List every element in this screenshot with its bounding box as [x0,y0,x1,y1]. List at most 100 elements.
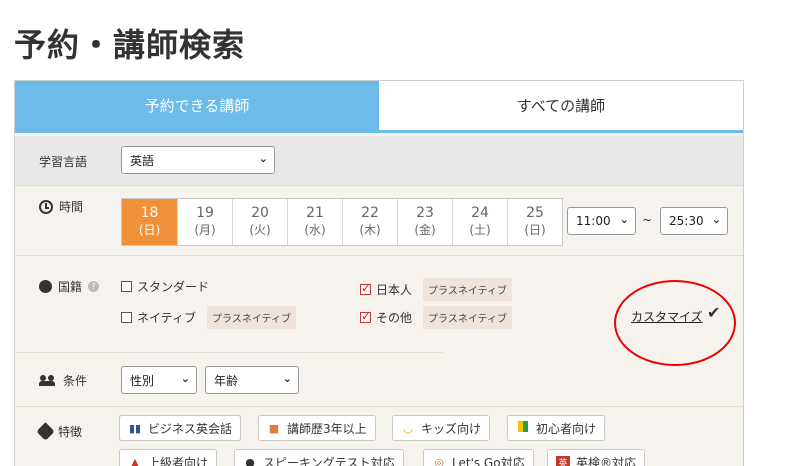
plus-native-tag: プラスネイティブ [423,306,513,329]
date-day: 19 [196,205,214,221]
books-icon: ▮▮ [128,421,142,435]
smile-icon: ◡ [403,421,413,435]
tab-bar: 予約できる講師 すべての講師 [15,81,743,133]
language-label: 学習言語 [39,155,88,169]
date-day: 22 [361,205,379,221]
nationality-standard[interactable]: スタンダード [121,278,209,295]
age-select[interactable]: 年齢 ⌄ [205,366,299,394]
date-dow: (月) [194,223,216,237]
help-icon[interactable]: ? [88,281,100,292]
feature-label: Let's Go対応 [452,455,525,466]
feature-label: 講師歴3年以上 [287,421,367,436]
microphone-icon: ● [245,455,255,466]
date-option[interactable]: 20 (火) [232,199,287,245]
date-dow: (火) [249,223,271,237]
date-option[interactable]: 19 (月) [177,199,232,245]
date-day: 21 [306,205,324,221]
gender-select-value: 性別 [130,373,155,388]
time-label-wrap: 時間 [39,198,83,215]
time-row: 時間 18 (日) 19 (月) 20 (火) 21 (水) 22 (木) 23 (金) 2… [15,186,743,256]
features-label: 特徴 [58,425,83,439]
feature-speaking-test[interactable]: ● スピーキングテスト対応 [234,449,404,466]
customize-link[interactable]: カスタマイズ [631,308,703,325]
time-from-value: 11:00 [576,214,611,228]
people-icon [39,375,57,386]
feature-label: 上級者向け [148,455,209,466]
native-checkbox[interactable] [121,312,132,323]
feature-letsgo[interactable]: ◎ Let's Go対応 [423,449,534,466]
feature-label: 英検®対応 [576,455,637,466]
other-checkbox[interactable] [360,309,371,323]
date-option[interactable]: 22 (木) [342,199,397,245]
date-day: 24 [471,205,489,221]
date-option[interactable]: 24 (土) [452,199,507,245]
nationality-other[interactable]: その他 プラスネイティブ [360,306,513,329]
conditions-label: 条件 [63,374,88,388]
other-label: その他 [376,311,413,325]
tab-all-teachers[interactable]: すべての講師 [379,81,743,130]
native-label: ネイティブ [137,311,197,325]
feature-label: 初心者向け [536,421,597,436]
date-dow: (日) [524,223,546,237]
eiken-icon: 英 [556,455,570,466]
date-selector: 18 (日) 19 (月) 20 (火) 21 (水) 22 (木) 23 (金) 24 (土… [121,198,563,246]
feature-label: ビジネス英会話 [148,421,233,436]
nationality-label: 国籍 [58,280,83,294]
date-dow: (水) [304,223,326,237]
date-dow: (金) [414,223,436,237]
conditions-row: 条件 性別 ⌄ 年齢 ⌄ [15,357,743,407]
nationality-japanese[interactable]: 日本人 プラスネイティブ [360,278,513,301]
box-icon: ■ [268,421,280,435]
feature-business-english[interactable]: ▮▮ ビジネス英会話 [119,415,242,441]
clock-icon [39,199,53,214]
divider [15,352,443,353]
features-label-wrap: 特徴 [36,422,83,441]
date-dow: (土) [469,223,491,237]
date-option[interactable]: 18 (日) [122,199,177,245]
time-to-value: 25:30 [669,214,704,228]
date-option[interactable]: 23 (金) [397,199,452,245]
chevron-down-icon: ⌄ [282,372,292,385]
chevron-down-icon: ⌄ [711,213,721,226]
conditions-label-wrap: 条件 [39,372,87,389]
date-day: 23 [416,205,434,221]
feature-advanced[interactable]: ▲ 上級者向け [119,449,218,466]
date-day: 18 [140,205,159,221]
feature-kids[interactable]: ◡ キッズ向け [392,415,491,441]
gender-select[interactable]: 性別 ⌄ [121,366,197,394]
letsgo-icon: ◎ [434,455,444,466]
language-select-value: 英語 [130,153,155,168]
language-select[interactable]: 英語 ⌄ [121,146,275,174]
tab-available-teachers[interactable]: 予約できる講師 [15,81,379,130]
nationality-native[interactable]: ネイティブ プラスネイティブ [121,306,297,329]
nationality-row: 国籍 ? スタンダード ネイティブ プラスネイティブ 日本人 プラスネイティブ … [15,256,743,356]
beginner-mark-icon [516,421,530,435]
feature-label: スピーキングテスト対応 [263,455,395,466]
language-row: 学習言語 英語 ⌄ [15,136,743,186]
japanese-checkbox[interactable] [360,281,371,295]
date-dow: (日) [138,223,161,237]
features-row: 特徴 ▮▮ ビジネス英会話 ■ 講師歴3年以上 ◡ キッズ向け 初心者向け ▲ … [15,407,743,466]
time-to-select[interactable]: 25:30 ⌄ [660,207,728,235]
chevron-down-icon: ⌄ [180,372,190,385]
globe-icon [39,280,52,293]
feature-experienced[interactable]: ■ 講師歴3年以上 [258,415,376,441]
search-panel: 予約できる講師 すべての講師 学習言語 英語 ⌄ 時間 18 (日) 19 (月) … [14,80,744,466]
date-day: 25 [526,205,544,221]
time-range-separator: ~ [642,213,653,227]
chevron-down-icon: ⌄ [619,213,629,226]
standard-checkbox[interactable] [121,281,132,292]
standard-label: スタンダード [137,280,210,294]
feature-label: キッズ向け [421,421,482,436]
checkmark-icon: ✔ [707,303,721,322]
age-select-value: 年齢 [214,373,239,388]
feature-beginner[interactable]: 初心者向け [507,415,606,441]
time-from-select[interactable]: 11:00 ⌄ [567,207,636,235]
page-title: 予約・講師検索 [14,26,246,64]
time-label: 時間 [59,200,84,214]
date-option[interactable]: 25 (日) [507,199,562,245]
plus-native-tag: プラスネイティブ [207,306,297,329]
feature-eiken[interactable]: 英 英検®対応 [547,449,646,466]
graduation-cap-icon: ▲ [130,455,140,466]
date-option[interactable]: 21 (水) [287,199,342,245]
